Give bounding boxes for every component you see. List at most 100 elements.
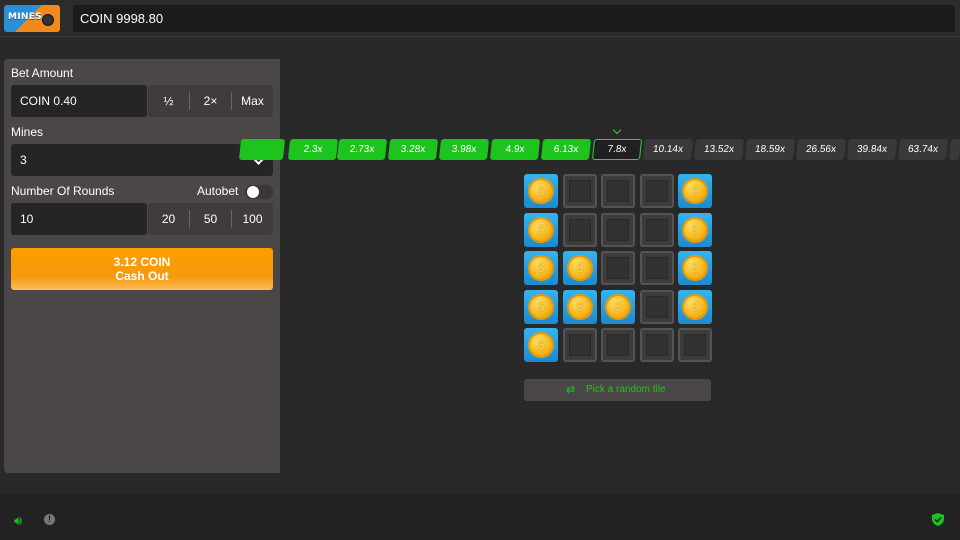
bet-modifier-group: ½ 2× Max	[148, 85, 273, 117]
logo-text: MINES	[8, 12, 42, 22]
multiplier-chip: 3.28x	[387, 139, 439, 160]
multiplier-chip: 13.52x	[693, 139, 745, 160]
tile-hidden[interactable]	[640, 174, 674, 208]
footer-bar	[0, 494, 960, 540]
multiplier-chip	[238, 139, 286, 160]
coin-icon: $	[528, 294, 554, 320]
half-bet-button[interactable]: ½	[148, 85, 189, 117]
coin-symbol: $	[537, 337, 545, 352]
multiplier-chip: 4.9x	[489, 139, 541, 160]
tile-revealed-coin[interactable]: $	[563, 251, 597, 285]
autobet-label: Autobet	[197, 184, 239, 198]
coin-symbol: $	[537, 299, 545, 314]
pick-random-tile-label: Pick a random tile	[586, 384, 666, 395]
multiplier-chip	[948, 139, 960, 160]
tile-revealed-coin[interactable]: $	[601, 290, 635, 324]
tile-revealed-coin[interactable]: $	[524, 213, 558, 247]
max-bet-button[interactable]: Max	[232, 85, 273, 117]
tile-hidden[interactable]	[678, 328, 712, 362]
tile-hidden[interactable]	[563, 328, 597, 362]
tile-hidden[interactable]	[601, 328, 635, 362]
bet-amount-label: Bet Amount	[11, 66, 74, 80]
rounds-input[interactable]: 10	[11, 203, 147, 235]
tile-hidden[interactable]	[601, 213, 635, 247]
coin-icon: $	[682, 217, 708, 243]
tile-revealed-coin[interactable]: $	[524, 328, 558, 362]
rounds-50-button[interactable]: 50	[190, 203, 231, 235]
toggle-knob	[247, 186, 259, 198]
coin-symbol: $	[537, 222, 545, 237]
coin-symbol: $	[691, 299, 699, 314]
shield-check-icon[interactable]	[932, 513, 944, 526]
multiplier-chip: 18.59x	[744, 139, 796, 160]
mines-logo: MINES	[4, 5, 60, 32]
bet-amount-input[interactable]: COIN 0.40	[11, 85, 147, 117]
coin-icon: $	[567, 294, 593, 320]
rounds-20-button[interactable]: 20	[148, 203, 189, 235]
tile-hidden[interactable]	[640, 290, 674, 324]
coin-symbol: $	[614, 299, 622, 314]
tile-revealed-coin[interactable]: $	[678, 290, 712, 324]
multiplier-chip: 63.74x	[897, 139, 949, 160]
rounds-value: 10	[20, 212, 34, 226]
tile-hidden[interactable]	[601, 251, 635, 285]
multiplier-chip: 3.98x	[438, 139, 490, 160]
cash-out-label: Cash Out	[115, 269, 169, 283]
tile-revealed-coin[interactable]: $	[678, 174, 712, 208]
balance-value: COIN 9998.80	[80, 11, 164, 26]
coin-symbol: $	[691, 222, 699, 237]
rounds-label: Number Of Rounds	[11, 184, 115, 198]
tile-hidden[interactable]	[640, 328, 674, 362]
balance-display: COIN 9998.80	[73, 5, 955, 32]
multiplier-chip: 2.73x	[336, 139, 388, 160]
tile-revealed-coin[interactable]: $	[563, 290, 597, 324]
coin-symbol: $	[691, 260, 699, 275]
tile-revealed-coin[interactable]: $	[678, 251, 712, 285]
bet-amount-value: COIN 0.40	[20, 94, 77, 108]
mines-value: 3	[20, 153, 27, 167]
multiplier-chip: 7.8x	[591, 139, 643, 160]
tile-revealed-coin[interactable]: $	[524, 251, 558, 285]
top-bar: MINES COIN 9998.80	[0, 0, 960, 37]
coin-symbol: $	[537, 260, 545, 275]
mines-label: Mines	[11, 125, 44, 139]
cash-out-amount: 3.12 COIN	[113, 255, 171, 269]
coin-symbol: $	[576, 260, 584, 275]
multiplier-chip: 39.84x	[846, 139, 898, 160]
coin-icon: $	[528, 217, 554, 243]
tile-revealed-coin[interactable]: $	[524, 174, 558, 208]
coin-icon: $	[682, 294, 708, 320]
coin-icon: $	[567, 255, 593, 281]
tile-hidden[interactable]	[563, 174, 597, 208]
speaker-icon[interactable]: 🔊︎	[14, 513, 22, 529]
tile-hidden[interactable]	[640, 213, 674, 247]
coin-symbol: $	[576, 299, 584, 314]
autobet-toggle[interactable]	[245, 185, 273, 199]
double-bet-button[interactable]: 2×	[190, 85, 231, 117]
tile-revealed-coin[interactable]: $	[524, 290, 558, 324]
rounds-preset-group: 20 50 100	[148, 203, 273, 235]
coin-icon: $	[605, 294, 631, 320]
coin-icon: $	[682, 178, 708, 204]
multiplier-chip: 2.3x	[287, 139, 339, 160]
info-icon[interactable]: !	[44, 514, 55, 525]
coin-icon: $	[682, 255, 708, 281]
cash-out-button[interactable]: 3.12 COIN Cash Out	[11, 248, 273, 290]
pick-random-tile-button[interactable]: ⇄ Pick a random tile	[524, 379, 711, 401]
coin-icon: $	[528, 332, 554, 358]
coin-icon: $	[528, 178, 554, 204]
tile-revealed-coin[interactable]: $	[678, 213, 712, 247]
mines-select[interactable]: 3	[11, 144, 273, 176]
multiplier-chip: 10.14x	[642, 139, 694, 160]
coin-symbol: $	[537, 183, 545, 198]
tile-hidden[interactable]	[563, 213, 597, 247]
coin-symbol: $	[691, 183, 699, 198]
tile-hidden[interactable]	[601, 174, 635, 208]
coin-icon: $	[528, 255, 554, 281]
tile-hidden[interactable]	[640, 251, 674, 285]
rounds-100-button[interactable]: 100	[232, 203, 273, 235]
bomb-icon	[42, 14, 54, 26]
shuffle-icon: ⇄	[566, 384, 576, 396]
multiplier-chip: 26.56x	[795, 139, 847, 160]
multiplier-chip: 6.13x	[540, 139, 592, 160]
